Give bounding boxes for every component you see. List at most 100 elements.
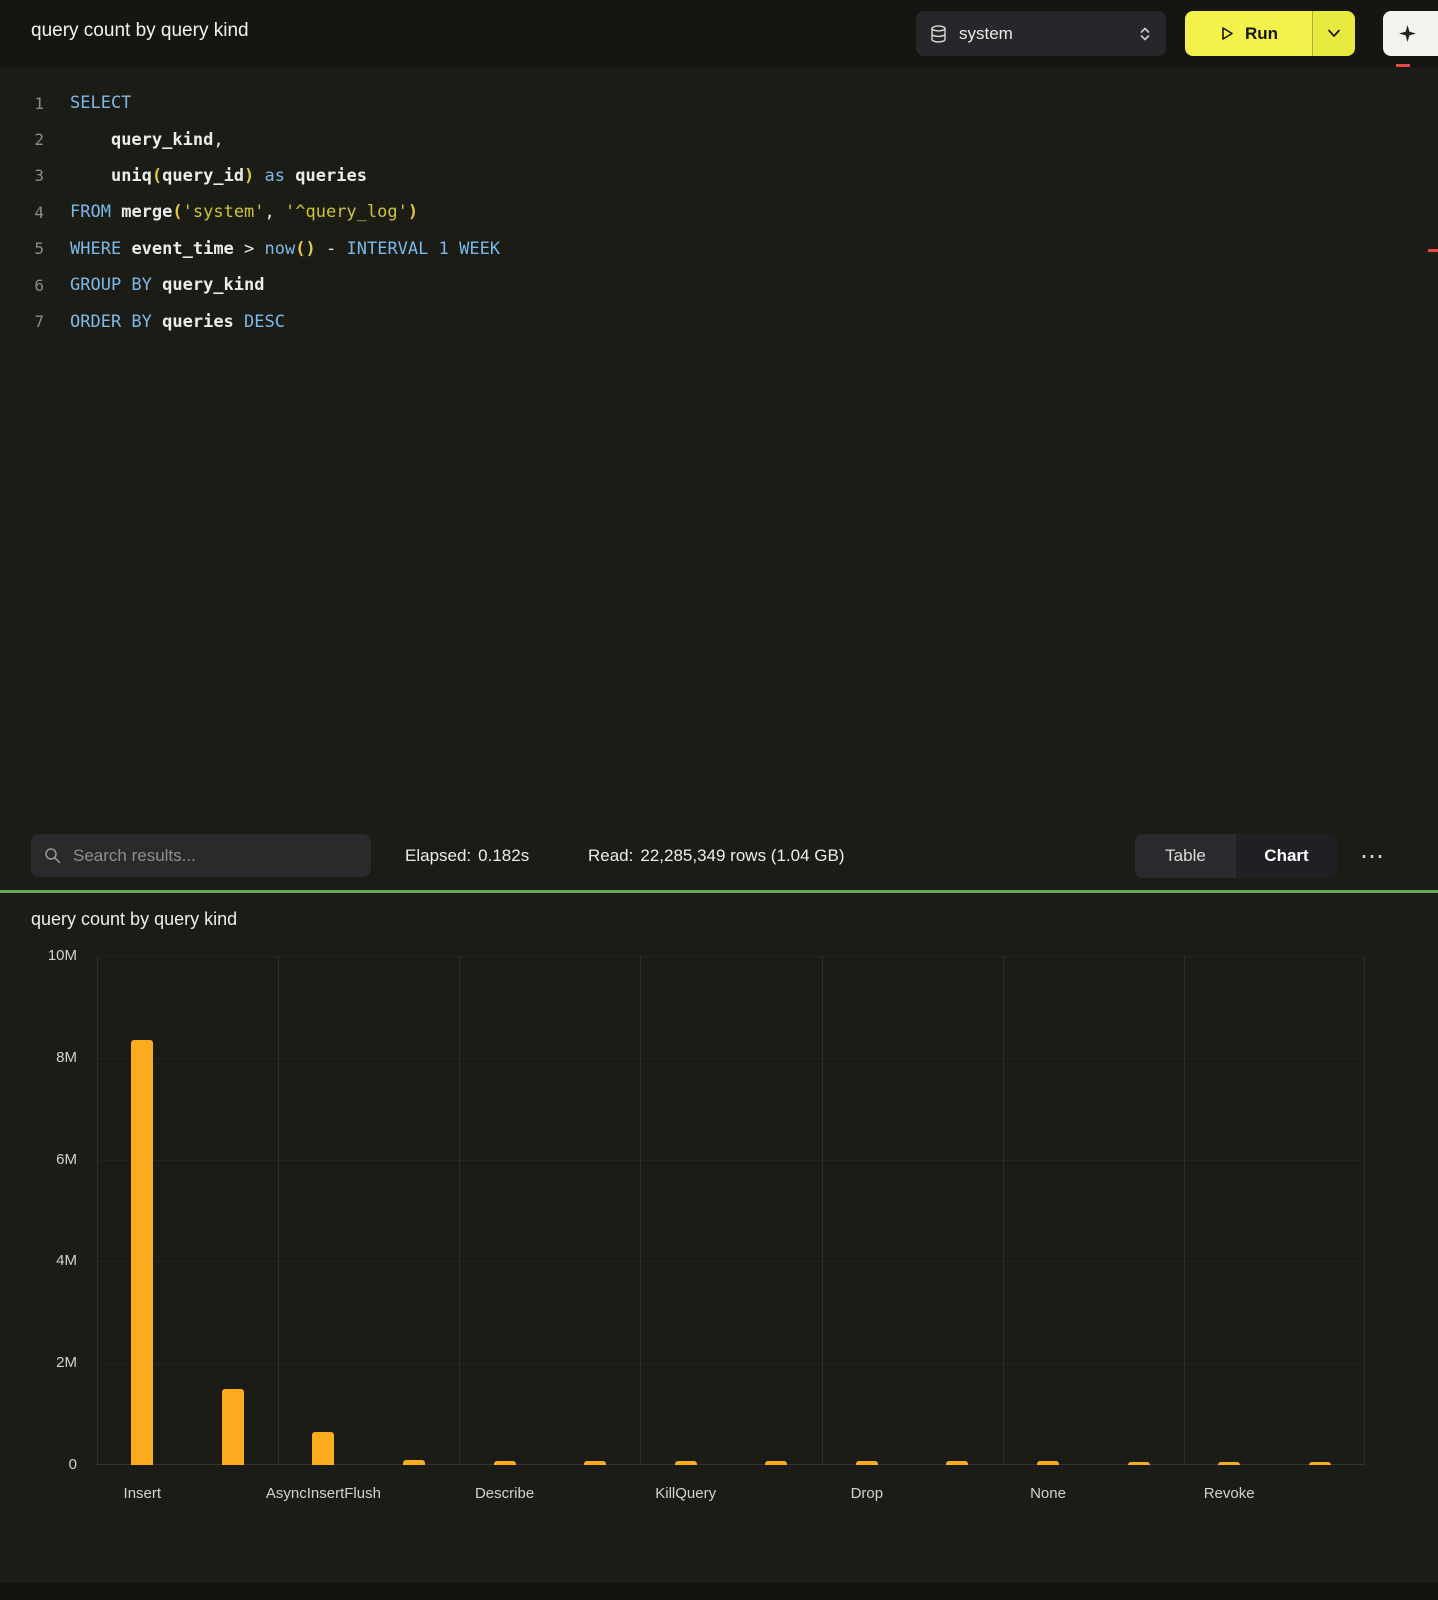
read-stat: Read: 22,285,349 rows (1.04 GB)	[588, 822, 845, 890]
overview-marker-top	[1396, 64, 1410, 67]
chart-bar	[494, 1461, 516, 1465]
x-tick-label: Revoke	[1134, 1485, 1324, 1502]
elapsed-value: 0.182s	[478, 846, 529, 866]
code-text: uniq(query_id) as queries	[70, 166, 367, 186]
x-axis-line	[97, 1464, 1365, 1465]
code-text: FROM merge('system', '^query_log')	[70, 202, 418, 222]
line-number: 3	[22, 166, 44, 185]
h-gridline	[97, 1058, 1365, 1059]
code-text: query_kind,	[70, 130, 224, 150]
line-number: 1	[22, 94, 44, 113]
v-gridline	[640, 956, 641, 1465]
query-title: query count by query kind	[31, 20, 249, 42]
v-gridline	[1364, 956, 1365, 1465]
database-selector-value: system	[959, 24, 1013, 44]
code-text: SELECT	[70, 93, 131, 113]
x-tick-label: KillQuery	[591, 1485, 781, 1502]
x-tick-label: Describe	[410, 1485, 600, 1502]
y-tick-label: 0	[15, 1456, 77, 1473]
chart-y-axis: 02M4M6M8M10M	[15, 956, 77, 1465]
code-line: 7 ORDER BY queries DESC	[0, 303, 1438, 339]
line-number: 2	[22, 130, 44, 149]
y-tick-label: 10M	[15, 947, 77, 964]
code-text: WHERE event_time > now() - INTERVAL 1 WE…	[70, 239, 500, 259]
bottom-panel-edge	[0, 1583, 1438, 1600]
x-tick-label: Drop	[772, 1485, 962, 1502]
x-tick-label: Insert	[47, 1485, 237, 1502]
read-label: Read:	[588, 846, 633, 866]
play-icon	[1219, 25, 1235, 42]
elapsed-stat: Elapsed: 0.182s	[405, 822, 529, 890]
chart-bar	[312, 1432, 334, 1465]
search-input[interactable]	[71, 845, 358, 867]
x-tick-label: None	[953, 1485, 1143, 1502]
run-button-label: Run	[1245, 24, 1278, 44]
overview-marker-right	[1428, 249, 1438, 252]
y-tick-label: 8M	[15, 1049, 77, 1066]
chart-bar	[131, 1040, 153, 1465]
v-gridline	[278, 956, 279, 1465]
chart-bar	[222, 1389, 244, 1465]
code-text: ORDER BY queries DESC	[70, 312, 285, 332]
tab-chart[interactable]: Chart	[1236, 834, 1337, 878]
v-gridline	[1003, 956, 1004, 1465]
h-gridline	[97, 1160, 1365, 1161]
line-number: 7	[22, 312, 44, 331]
read-value: 22,285,349 rows (1.04 GB)	[640, 846, 844, 866]
search-box	[31, 834, 371, 877]
code-line: 5 WHERE event_time > now() - INTERVAL 1 W…	[0, 231, 1438, 267]
v-gridline	[97, 956, 98, 1465]
h-gridline	[97, 956, 1365, 957]
code-line: 1 SELECT	[0, 85, 1438, 121]
y-tick-label: 2M	[15, 1354, 77, 1371]
h-gridline	[97, 1363, 1365, 1364]
y-tick-label: 6M	[15, 1151, 77, 1168]
database-icon	[930, 25, 947, 43]
h-gridline	[97, 1261, 1365, 1262]
v-gridline	[1184, 956, 1185, 1465]
elapsed-label: Elapsed:	[405, 846, 471, 866]
x-tick-label: AsyncInsertFlush	[228, 1485, 418, 1502]
sparkle-icon	[1398, 24, 1417, 43]
chart-bar	[1218, 1462, 1240, 1465]
v-gridline	[459, 956, 460, 1465]
more-options-button[interactable]: ⋯	[1350, 834, 1394, 878]
chevron-down-icon	[1327, 29, 1341, 38]
code-line: 3 uniq(query_id) as queries	[0, 158, 1438, 194]
code-line: 4 FROM merge('system', '^query_log')	[0, 194, 1438, 230]
view-toggle: Table Chart	[1135, 834, 1337, 878]
line-number: 5	[22, 239, 44, 258]
code-text: GROUP BY query_kind	[70, 275, 265, 295]
run-button[interactable]: Run	[1185, 11, 1312, 56]
v-gridline	[822, 956, 823, 1465]
chart-panel: query count by query kind 0 2M 4M 6M 8M 10M I…	[0, 893, 1438, 1583]
chart-bar	[403, 1460, 425, 1465]
database-selector[interactable]: system	[916, 11, 1166, 56]
chart-bar	[946, 1461, 968, 1465]
sql-editor[interactable]: 1SELECT2 query_kind,3 uniq(query_id) as …	[0, 68, 1438, 822]
chart-bar	[1309, 1462, 1331, 1465]
tab-table[interactable]: Table	[1135, 834, 1236, 878]
topbar: query count by query kind system	[0, 0, 1438, 69]
chart-bar	[1128, 1462, 1150, 1465]
run-options-button[interactable]	[1312, 11, 1355, 56]
chart-bar	[675, 1461, 697, 1465]
sql-console: query count by query kind system	[0, 0, 1438, 1600]
chart-bar	[584, 1461, 606, 1465]
search-icon	[44, 847, 61, 864]
select-chevrons-icon	[1138, 26, 1152, 42]
code-line: 6GROUP BY query_kind	[0, 267, 1438, 303]
line-number: 4	[22, 203, 44, 222]
y-tick-label: 4M	[15, 1252, 77, 1269]
chart-title: query count by query kind	[31, 909, 237, 930]
chart-bar	[1037, 1461, 1059, 1465]
run-button-group: Run	[1185, 11, 1355, 56]
chart-plot	[97, 956, 1365, 1465]
chart-bar	[856, 1461, 878, 1465]
code-lines: 1SELECT2 query_kind,3 uniq(query_id) as …	[0, 85, 1438, 340]
chart-x-axis: InsertAsyncInsertFlushDescribeKillQueryD…	[97, 1485, 1365, 1515]
results-toolbar: Elapsed: 0.182s Read: 22,285,349 rows (1…	[0, 822, 1438, 890]
chart-bar	[765, 1461, 787, 1465]
assistant-panel-button[interactable]	[1383, 11, 1438, 56]
code-line: 2 query_kind,	[0, 121, 1438, 157]
